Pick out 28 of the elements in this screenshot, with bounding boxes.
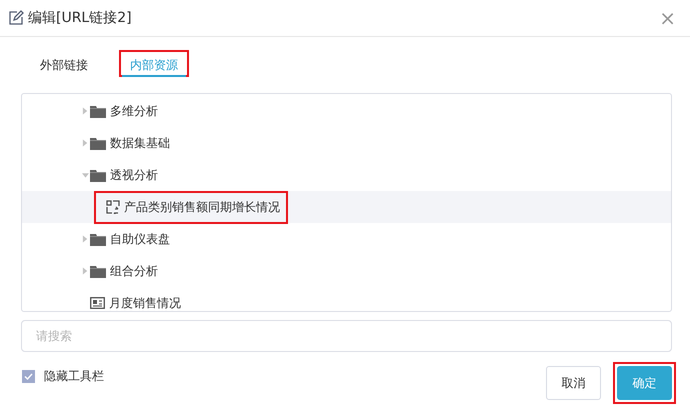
tree-item[interactable]: 透视分析 bbox=[22, 159, 671, 191]
tree-item[interactable]: 产品类别销售额同期增长情况 bbox=[22, 191, 671, 223]
search-field[interactable]: 请搜索 bbox=[21, 320, 672, 352]
tab[interactable]: 外部链接 bbox=[32, 53, 96, 77]
report-icon bbox=[90, 297, 105, 309]
edit-icon bbox=[8, 10, 24, 26]
tree-item[interactable]: 月度销售情况 bbox=[22, 287, 671, 311]
checkbox-label: 隐藏工具栏 bbox=[44, 368, 104, 385]
pivot-table-icon bbox=[106, 200, 120, 214]
item-label: 多维分析 bbox=[110, 102, 158, 120]
folder-icon bbox=[90, 136, 106, 150]
folder-icon bbox=[90, 264, 106, 278]
tree-item[interactable]: 数据集基础 bbox=[22, 127, 671, 159]
item-label: 数据集基础 bbox=[110, 134, 170, 152]
item-label: 组合分析 bbox=[110, 262, 158, 280]
tree-item[interactable]: 多维分析 bbox=[22, 95, 671, 127]
item-label: 透视分析 bbox=[110, 166, 158, 184]
item-label: 月度销售情况 bbox=[109, 294, 181, 311]
folder-icon bbox=[90, 104, 106, 118]
item-label: 产品类别销售额同期增长情况 bbox=[124, 198, 280, 216]
cancel-button[interactable]: 取消 bbox=[546, 366, 601, 400]
tree-item[interactable]: 组合分析 bbox=[22, 255, 671, 287]
tree-item[interactable]: 自助仪表盘 bbox=[22, 223, 671, 255]
item-label: 自助仪表盘 bbox=[110, 230, 170, 248]
window-title: 编辑[URL链接2] bbox=[28, 9, 132, 27]
folder-icon bbox=[90, 168, 106, 182]
checkbox[interactable] bbox=[22, 370, 35, 383]
folder-icon bbox=[90, 232, 106, 246]
